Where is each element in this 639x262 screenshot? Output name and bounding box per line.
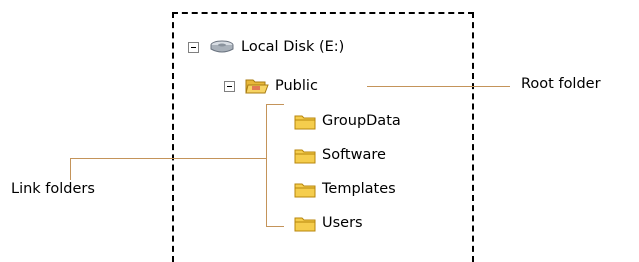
folder-label: Users (322, 215, 363, 231)
tree-item-templates[interactable]: Templates (294, 178, 396, 200)
drive-icon (210, 40, 234, 53)
collapse-toggle[interactable] (188, 41, 199, 53)
folder-icon (294, 183, 316, 197)
folder-label: GroupData (322, 113, 401, 129)
root-callout-line (367, 86, 510, 87)
link-callout-drop (70, 158, 71, 180)
link-callout-line (70, 158, 267, 159)
tree-item-drive[interactable]: Local Disk (E:) (188, 36, 344, 58)
open-folder-icon (245, 79, 269, 94)
tree-item-groupdata[interactable]: GroupData (294, 110, 401, 132)
tree-item-public[interactable]: Public (224, 75, 318, 97)
tree-item-software[interactable]: Software (294, 144, 386, 166)
root-folder-label: Public (275, 78, 318, 94)
link-bracket-top (266, 104, 284, 105)
folder-icon (294, 149, 316, 163)
drive-label: Local Disk (E:) (241, 39, 345, 55)
folder-label: Templates (322, 181, 396, 197)
link-bracket-bottom (266, 226, 284, 227)
folder-label: Software (322, 147, 386, 163)
collapse-toggle[interactable] (224, 80, 235, 92)
link-bracket-vertical (266, 104, 267, 226)
link-folders-callout: Link folders (11, 181, 95, 197)
folder-icon (294, 217, 316, 231)
root-folder-callout: Root folder (521, 76, 601, 92)
tree-item-users[interactable]: Users (294, 212, 363, 234)
folder-icon (294, 115, 316, 129)
